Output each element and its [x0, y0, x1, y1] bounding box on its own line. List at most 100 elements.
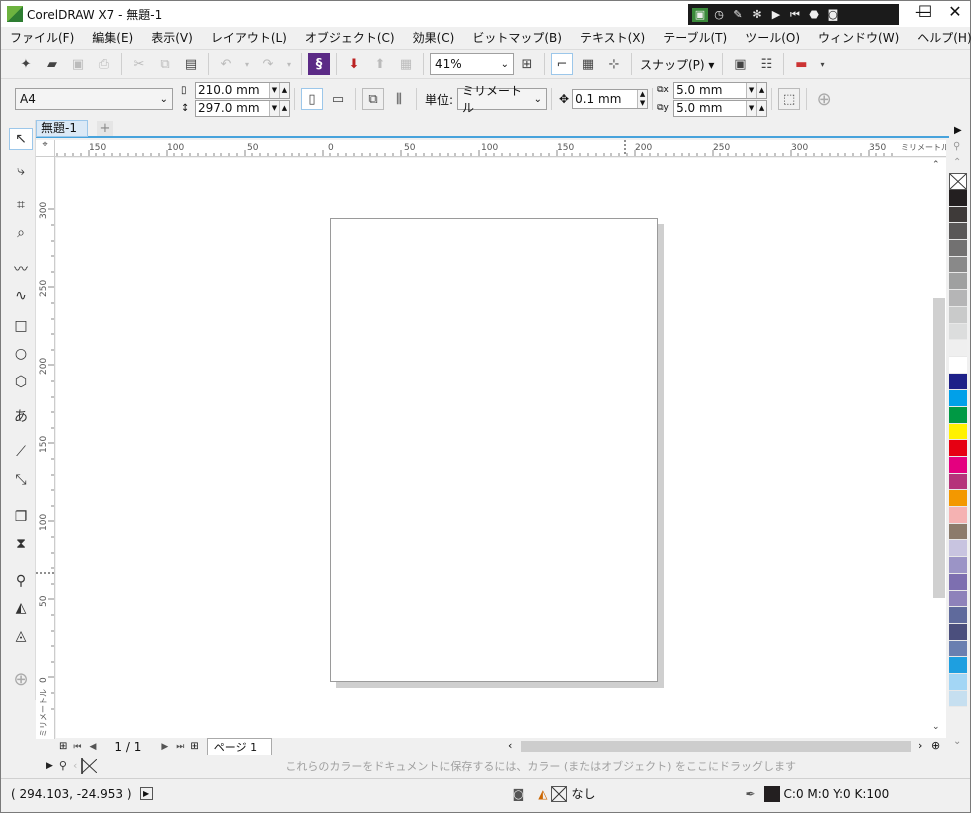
menu-view[interactable]: 表示(V) — [142, 29, 202, 46]
menu-edit[interactable]: 編集(E) — [83, 29, 142, 46]
shape-tool-icon[interactable]: ⤷ — [9, 160, 33, 182]
color-swatch[interactable] — [949, 457, 967, 474]
color-palette[interactable] — [949, 190, 967, 758]
color-swatch[interactable] — [949, 306, 967, 324]
welcome-screen-icon[interactable]: ▣ — [729, 53, 751, 75]
save-icon[interactable]: ▣ — [67, 53, 89, 75]
quick-customize-icon[interactable]: ⊕ — [9, 668, 33, 690]
no-color-swatch[interactable] — [949, 173, 967, 190]
outline-color-swatch[interactable] — [763, 785, 780, 802]
close-button[interactable]: ✕ — [940, 1, 970, 25]
spin-up-icon[interactable]: ▲ — [756, 82, 767, 98]
spin-up-icon[interactable]: ▲ — [756, 100, 767, 116]
search-content-icon[interactable]: § — [308, 53, 330, 75]
menu-window[interactable]: ウィンドウ(W) — [809, 29, 908, 46]
tag-icon[interactable]: ✎ — [730, 8, 746, 22]
color-swatch[interactable] — [949, 440, 967, 457]
palette-up-icon[interactable]: ⌃ — [953, 157, 961, 168]
spin-up-icon[interactable]: ▲ — [279, 82, 289, 98]
zoom-level-combo[interactable]: 41% ⌄ — [430, 53, 514, 75]
menu-help[interactable]: ヘルプ(H) — [908, 29, 971, 46]
skip-back-icon[interactable]: ⏮ — [787, 8, 803, 22]
settings-icon[interactable]: ✻ — [749, 8, 765, 22]
zoom-tool-icon[interactable]: ⌕ — [9, 222, 33, 244]
scroll-up-icon[interactable]: ⌃ — [932, 160, 940, 170]
smart-fill-icon[interactable]: ◬ — [9, 625, 33, 647]
polygon-tool-icon[interactable]: ⬡ — [9, 371, 33, 393]
import-icon[interactable]: ⬇ — [343, 53, 365, 75]
treat-as-filled-icon[interactable]: ⬚ — [778, 88, 801, 110]
color-swatch[interactable] — [949, 690, 967, 708]
show-grid-icon[interactable]: ▦ — [577, 53, 599, 75]
portrait-icon[interactable]: ▯ — [301, 88, 323, 110]
dropdown-arrow-icon[interactable]: ▼ — [269, 100, 279, 116]
add-page-after-icon[interactable]: ⊞ — [190, 741, 198, 752]
play-icon[interactable]: ▶ — [768, 8, 784, 22]
artistic-media-icon[interactable]: ∿ — [9, 285, 33, 307]
parallel-dimension-icon[interactable]: ⟋ — [9, 441, 33, 463]
eyedropper-tool-icon[interactable]: ⚲ — [9, 570, 33, 592]
color-swatch[interactable] — [949, 190, 967, 207]
color-swatch[interactable] — [949, 340, 967, 357]
scroll-left-icon[interactable]: ‹ — [508, 739, 512, 752]
new-document-icon[interactable]: ✦ — [15, 53, 37, 75]
expand-icon[interactable]: ▶ — [46, 761, 53, 771]
interactive-fill-icon[interactable]: ◭ — [9, 597, 33, 619]
ruler-origin-icon[interactable]: ⌖ — [36, 140, 55, 157]
undo-icon[interactable]: ↶ — [215, 53, 237, 75]
freehand-tool-icon[interactable]: 〰 — [9, 258, 33, 280]
color-swatch[interactable] — [949, 507, 967, 524]
launcher-dropdown-icon[interactable]: ▾ — [816, 53, 828, 75]
horizontal-scroll-thumb[interactable] — [521, 741, 911, 752]
color-swatch[interactable] — [949, 256, 967, 274]
scroll-left-icon[interactable]: ‹ — [73, 759, 77, 772]
scroll-down-icon[interactable]: ⌄ — [932, 722, 940, 732]
color-swatch[interactable] — [949, 623, 967, 641]
pick-tool-icon[interactable]: ↖ — [9, 128, 33, 150]
next-page-icon[interactable]: ▶ — [161, 742, 168, 752]
add-page-before-icon[interactable]: ⊞ — [59, 741, 67, 752]
publish-pdf-icon[interactable]: ▦ — [395, 53, 417, 75]
dropdown-arrow-icon[interactable]: ▼ — [746, 82, 757, 98]
redo-dropdown-icon[interactable]: ▾ — [283, 53, 295, 75]
snap-to-dropdown[interactable]: スナップ(P) ▾ — [636, 56, 718, 73]
current-page-icon[interactable]: ⫼ — [388, 88, 410, 110]
application-launcher-icon[interactable]: ▬ — [790, 53, 812, 75]
horizontal-scrollbar[interactable]: ‹ › — [506, 738, 930, 755]
print-icon[interactable]: ⎙ — [93, 53, 115, 75]
text-tool-icon[interactable]: あ — [9, 405, 33, 427]
units-combo[interactable]: ミリメートル ⌄ — [457, 84, 548, 115]
menu-object[interactable]: オブジェクト(C) — [296, 29, 404, 46]
color-swatch[interactable] — [949, 290, 967, 307]
menu-file[interactable]: ファイル(F) — [1, 29, 83, 46]
menu-tools[interactable]: ツール(O) — [736, 29, 809, 46]
add-tab-button[interactable]: + — [97, 121, 113, 136]
rectangle-tool-icon[interactable]: □ — [9, 315, 33, 337]
redo-icon[interactable]: ↷ — [257, 53, 279, 75]
color-swatch[interactable] — [949, 657, 967, 674]
color-swatch[interactable] — [949, 490, 967, 508]
color-swatch[interactable] — [949, 607, 967, 624]
all-pages-icon[interactable]: ⧉ — [362, 88, 384, 110]
show-guidelines-icon[interactable]: ⊹ — [603, 53, 625, 75]
first-page-icon[interactable]: ⏮ — [73, 742, 81, 752]
nudge-distance-field[interactable]: 0.1 mm ▲ ▼ — [572, 89, 649, 109]
document-palette[interactable]: ▶ ⚲ ‹ これらのカラーをドキュメントに保存するには、カラー (またはオブジェ… — [36, 756, 949, 775]
paper-type-combo[interactable]: A4 ⌄ — [15, 88, 173, 110]
stop-icon[interactable]: ⬣ — [806, 8, 822, 22]
menu-text[interactable]: テキスト(X) — [571, 29, 654, 46]
vertical-scrollbar[interactable]: ⌃ ⌄ — [930, 158, 946, 738]
duplicate-y-field[interactable]: 5.0 mm ▼ ▲ — [673, 99, 768, 117]
menu-bitmaps[interactable]: ビットマップ(B) — [463, 29, 571, 46]
spin-up-icon[interactable]: ▲ — [637, 90, 648, 99]
ellipse-tool-icon[interactable]: ○ — [9, 343, 33, 365]
color-swatch[interactable] — [949, 423, 967, 441]
color-swatch[interactable] — [949, 223, 967, 241]
undo-dropdown-icon[interactable]: ▾ — [241, 53, 253, 75]
page-width-field[interactable]: 210.0 mm ▼ ▲ — [195, 81, 290, 99]
color-swatch[interactable] — [949, 206, 967, 224]
color-swatch[interactable] — [949, 590, 967, 608]
menu-table[interactable]: テーブル(T) — [654, 29, 736, 46]
color-swatch[interactable] — [949, 356, 967, 374]
horizontal-ruler[interactable]: 150 100 50 0 50 100 150 200 250 300 350 … — [55, 140, 946, 157]
